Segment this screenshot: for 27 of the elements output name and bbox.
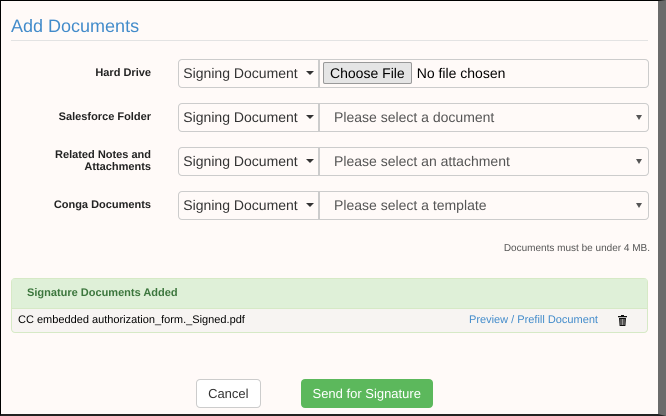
caret-icon [306,159,314,163]
document-select-field[interactable]: Please select a template [319,190,649,220]
size-note: Documents must be under 4 MB. [504,242,650,256]
dropdown-arrow-icon [636,114,642,120]
file-status-text: No file chosen [416,64,506,82]
source-label: Conga Documents [54,199,151,211]
page-title: Add Documents [11,15,140,37]
dropdown-arrow-icon [636,202,642,208]
document-type-dropdown[interactable]: Signing Document [178,190,319,220]
caret-icon [306,71,314,75]
cancel-button[interactable]: Cancel [196,379,261,408]
document-type-dropdown[interactable]: Signing Document [178,146,319,176]
trash-icon[interactable] [618,315,627,326]
document-select-field[interactable]: Please select an attachment [319,146,649,176]
caret-icon [306,203,314,207]
document-type-dropdown[interactable]: Signing Document [178,58,319,88]
caret-icon [306,115,314,119]
source-label: Hard Drive [95,67,151,79]
file-input-field[interactable]: Choose File No file chosen [319,58,649,88]
choose-file-button[interactable]: Choose File [323,62,412,84]
panel-heading: Signature Documents Added [27,286,178,302]
dropdown-arrow-icon [636,158,642,164]
document-type-dropdown[interactable]: Signing Document [178,102,319,132]
document-select-field[interactable]: Please select a document [319,102,649,132]
document-name: CC embedded authorization_form._Signed.pdf [18,313,246,328]
source-label: Salesforce Folder [58,111,151,123]
source-label: Related Notes and Attachments [55,149,151,173]
